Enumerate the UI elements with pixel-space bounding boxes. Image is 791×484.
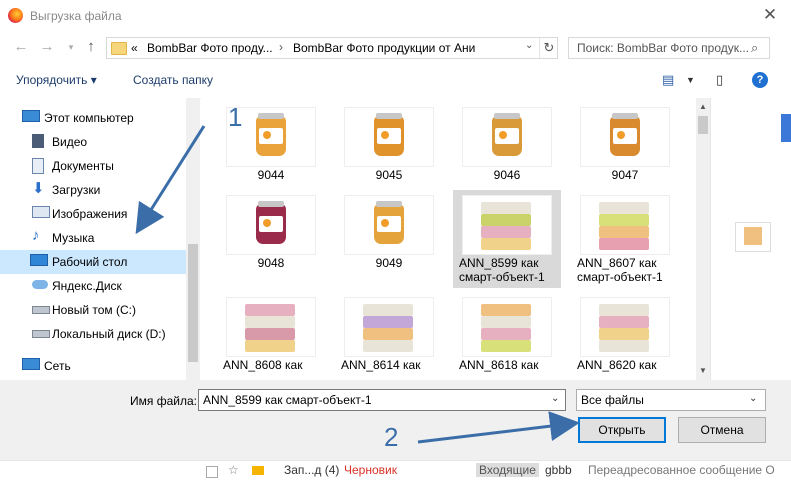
annotation-arrows — [135, 125, 580, 444]
arrow-to-open-button — [417, 411, 580, 444]
arrow-to-desktop — [135, 125, 206, 235]
